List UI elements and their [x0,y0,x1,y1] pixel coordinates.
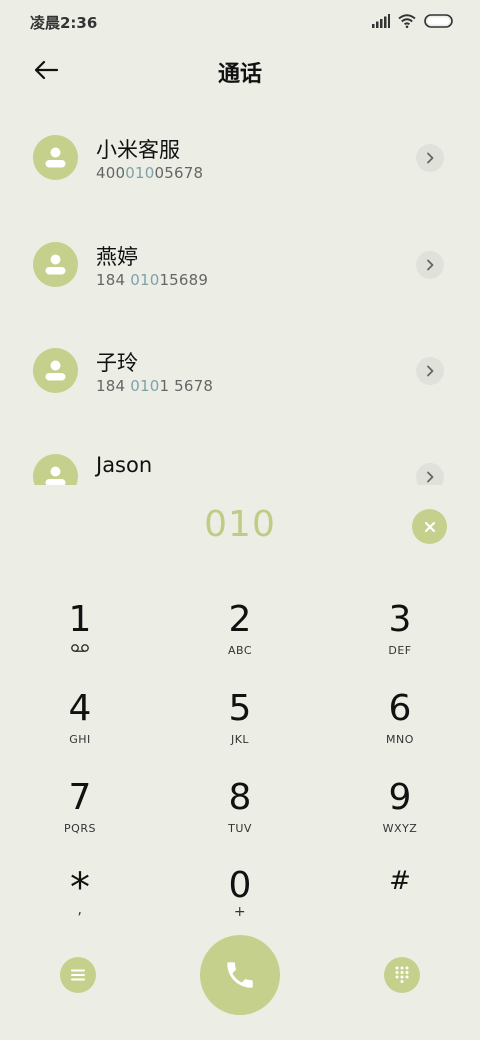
key-digit: 4 [68,688,92,729]
number-match: 010 [125,164,155,182]
phone-icon [227,962,253,988]
key-6[interactable]: 6 MNO [330,689,470,769]
status-bar: 凌晨2:36 [0,0,480,44]
key-letters: MNO [386,733,414,746]
key-letters: WXYZ [382,822,418,835]
key-letters: GHI [69,733,91,746]
contact-item[interactable]: 小米客服 40001005678 [0,110,480,202]
clear-button[interactable] [412,509,447,544]
key-digit: 7 [68,777,92,818]
signal-icon [372,14,390,28]
avatar [33,135,78,180]
menu-button[interactable] [60,957,96,993]
person-icon [45,466,66,485]
key-digit: # [389,866,411,896]
contact-list[interactable]: 小米客服 40001005678 燕婷 184 01015689 子玲 184 … [0,110,480,485]
person-icon [45,360,66,381]
contact-number: 184 0101 5678 [96,377,214,395]
contact-detail-button[interactable] [416,463,444,485]
status-time: 凌晨2:36 [30,14,98,32]
key-digit: 5 [228,688,252,729]
voicemail-icon [71,644,89,652]
person-icon [45,147,66,168]
key-digit: 8 [228,777,252,818]
key-1[interactable]: 1 [10,600,150,680]
contact-name: Jason [96,453,153,477]
contact-number: 40001005678 [96,164,204,182]
chevron-right-icon [427,152,434,164]
key-7[interactable]: 7 PQRS [10,778,150,858]
key-letters: TUV [228,822,252,835]
key-digit: 3 [388,599,412,640]
contact-detail-button[interactable] [416,251,444,279]
person-icon [45,254,66,275]
key-hash[interactable]: # [330,866,470,946]
contact-name: 小米客服 [96,138,180,162]
key-letters: JKL [230,733,250,746]
contact-item[interactable]: Jason [0,429,480,485]
battery-icon [424,14,453,28]
key-letters: + [233,904,247,920]
number-match: 010 [130,271,160,289]
chevron-right-icon [427,471,434,483]
contact-item[interactable]: 子玲 184 0101 5678 [0,323,480,415]
key-0[interactable]: 0 + [170,866,310,946]
key-letters: DEF [388,644,412,657]
chevron-right-icon [427,365,434,377]
keypad-toggle-button[interactable] [384,957,420,993]
contact-detail-button[interactable] [416,144,444,172]
avatar [33,454,78,485]
chevron-right-icon [427,259,434,271]
dialpad-icon [395,966,409,983]
key-2[interactable]: 2 ABC [170,600,310,680]
key-digit: 0 [228,865,252,906]
avatar [33,242,78,287]
key-letters: , [77,902,83,918]
contact-detail-button[interactable] [416,357,444,385]
key-9[interactable]: 9 WXYZ [330,778,470,858]
key-8[interactable]: 8 TUV [170,778,310,858]
dial-input[interactable]: 010 [0,504,480,545]
close-icon [424,521,435,532]
key-3[interactable]: 3 DEF [330,600,470,680]
menu-icon [71,969,85,981]
contact-name: 子玲 [96,351,138,375]
number-match: 010 [130,377,160,395]
key-digit: 9 [388,777,412,818]
wifi-icon [398,14,416,28]
avatar [33,348,78,393]
call-button[interactable] [200,935,280,1015]
key-letters: PQRS [64,822,96,835]
contact-number: 184 01015689 [96,271,209,289]
page-title: 通话 [217,62,262,87]
key-4[interactable]: 4 GHI [10,689,150,769]
key-digit: 1 [68,599,92,640]
key-digit: 2 [228,599,252,640]
status-icons [372,12,454,30]
key-star[interactable]: * , [10,866,150,946]
key-digit: 6 [388,688,412,729]
contact-name: 燕婷 [96,245,138,269]
key-letters: ABC [227,644,253,657]
contact-item[interactable]: 燕婷 184 01015689 [0,217,480,309]
key-5[interactable]: 5 JKL [170,689,310,769]
